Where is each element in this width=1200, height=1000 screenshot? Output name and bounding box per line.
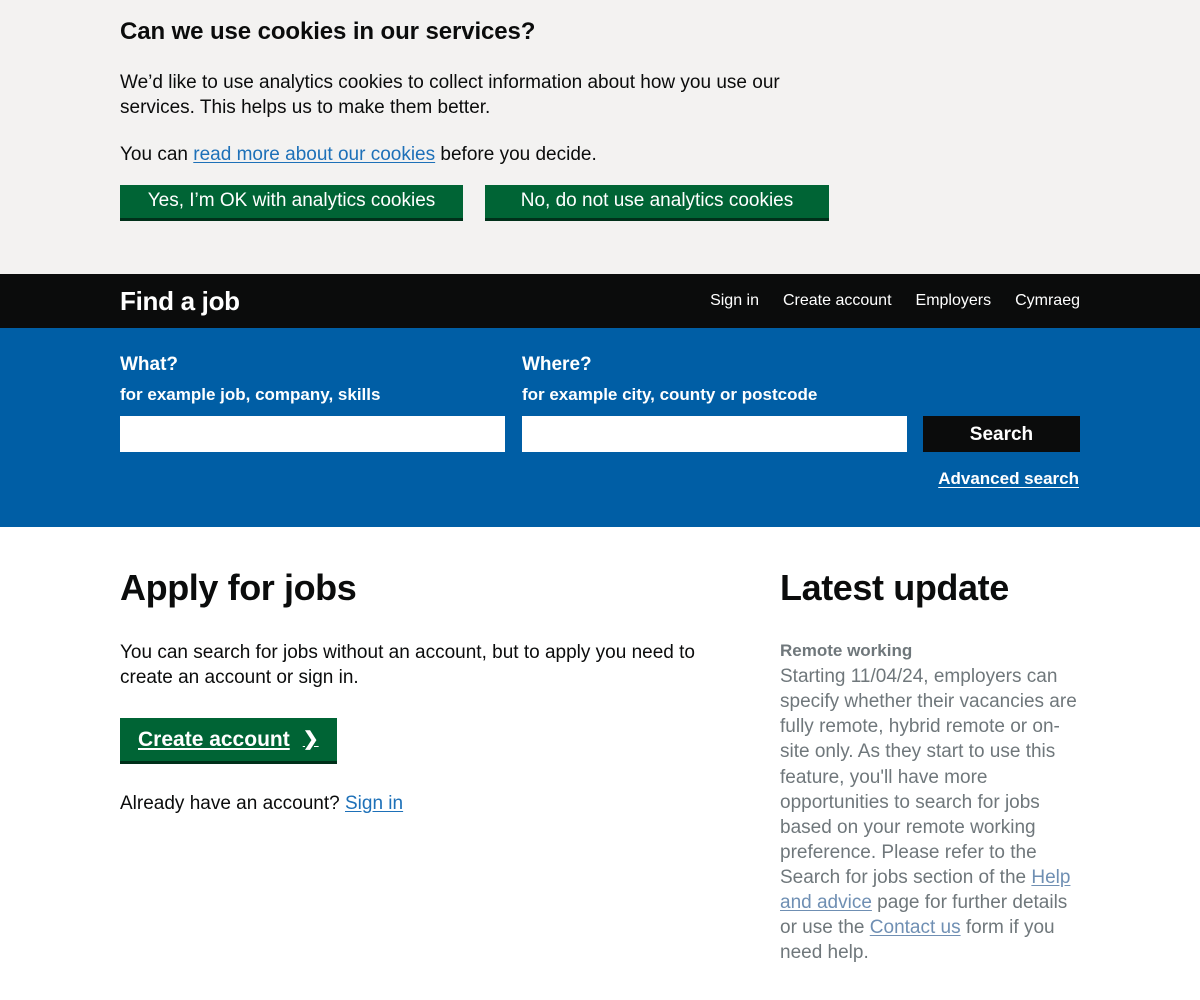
chevron-right-icon: ❯ (302, 728, 319, 750)
header-navigation: Sign in Create account Employers Cymraeg (710, 293, 1080, 309)
cookie-banner: Can we use cookies in our services? We’d… (0, 0, 1200, 274)
create-account-button[interactable]: Create account ❯ (120, 717, 337, 764)
nav-link-sign-in[interactable]: Sign in (710, 293, 759, 309)
job-search-fields: What? for example job, company, skills W… (120, 354, 1081, 453)
latest-update-subheading: Remote working (780, 640, 913, 660)
main-content: Apply for jobs You can search for jobs w… (120, 527, 1080, 965)
where-hint: for example city, county or postcode (521, 384, 818, 404)
job-search-container: What? for example job, company, skills W… (120, 354, 1081, 453)
where-label: Where? (521, 354, 592, 375)
create-account-button-label: Create account (138, 727, 290, 751)
nav-link-cymraeg[interactable]: Cymraeg (1015, 293, 1080, 309)
accept-analytics-cookies-button[interactable]: Yes, I’m OK with analytics cookies (120, 184, 463, 221)
where-field-group: Where? for example city, county or postc… (521, 354, 909, 453)
sign-in-link[interactable]: Sign in (345, 793, 403, 814)
advanced-search-link[interactable]: Advanced search (938, 469, 1079, 488)
page-title-apply-for-jobs: Apply for jobs (120, 567, 357, 608)
latest-update-heading: Latest update (780, 567, 1009, 608)
read-more-cookies-link[interactable]: read more about our cookies (193, 144, 435, 165)
cookie-banner-actions: Yes, I’m OK with analytics cookies No, d… (120, 184, 1080, 221)
cookie-banner-decide-line: You can read more about our cookies befo… (120, 142, 785, 167)
site-logo-find-a-job[interactable]: Find a job (120, 288, 240, 314)
what-search-input[interactable] (120, 416, 505, 453)
apply-intro-text: You can search for jobs without an accou… (120, 641, 695, 688)
page-root: Can we use cookies in our services? We’d… (0, 0, 1200, 1000)
what-label: What? (120, 354, 179, 375)
latest-update-body-part1: Starting 11/04/24, employers can specify… (780, 666, 1077, 888)
cookie-banner-description: We’d like to use analytics cookies to co… (120, 71, 780, 118)
what-hint: for example job, company, skills (120, 384, 381, 404)
cookie-decide-suffix: before you decide. (435, 143, 597, 165)
already-have-account-text: Already have an account? (120, 792, 345, 814)
search-button[interactable]: Search (922, 416, 1081, 453)
cookie-banner-title: Can we use cookies in our services? (120, 18, 536, 45)
reject-analytics-cookies-button[interactable]: No, do not use analytics cookies (485, 184, 829, 221)
site-header: Find a job Sign in Create account Employ… (0, 274, 1200, 328)
latest-update-body: Starting 11/04/24, employers can specify… (780, 664, 1080, 965)
apply-for-jobs-column: Apply for jobs You can search for jobs w… (120, 568, 740, 965)
nav-link-create-account[interactable]: Create account (783, 293, 892, 309)
nav-link-employers[interactable]: Employers (916, 293, 992, 309)
what-field-group: What? for example job, company, skills (120, 354, 507, 453)
advanced-search-row: Advanced search (120, 469, 1080, 489)
site-header-container: Find a job Sign in Create account Employ… (120, 274, 1080, 328)
latest-update-column: Latest update Remote working Starting 11… (740, 568, 1080, 965)
contact-us-link[interactable]: Contact us (870, 917, 961, 938)
already-have-account-line: Already have an account? Sign in (120, 791, 700, 816)
where-search-input[interactable] (521, 416, 907, 453)
job-search-band: What? for example job, company, skills W… (0, 328, 1200, 527)
cookie-banner-container: Can we use cookies in our services? We’d… (120, 0, 1080, 221)
cookie-decide-prefix: You can (120, 143, 194, 165)
